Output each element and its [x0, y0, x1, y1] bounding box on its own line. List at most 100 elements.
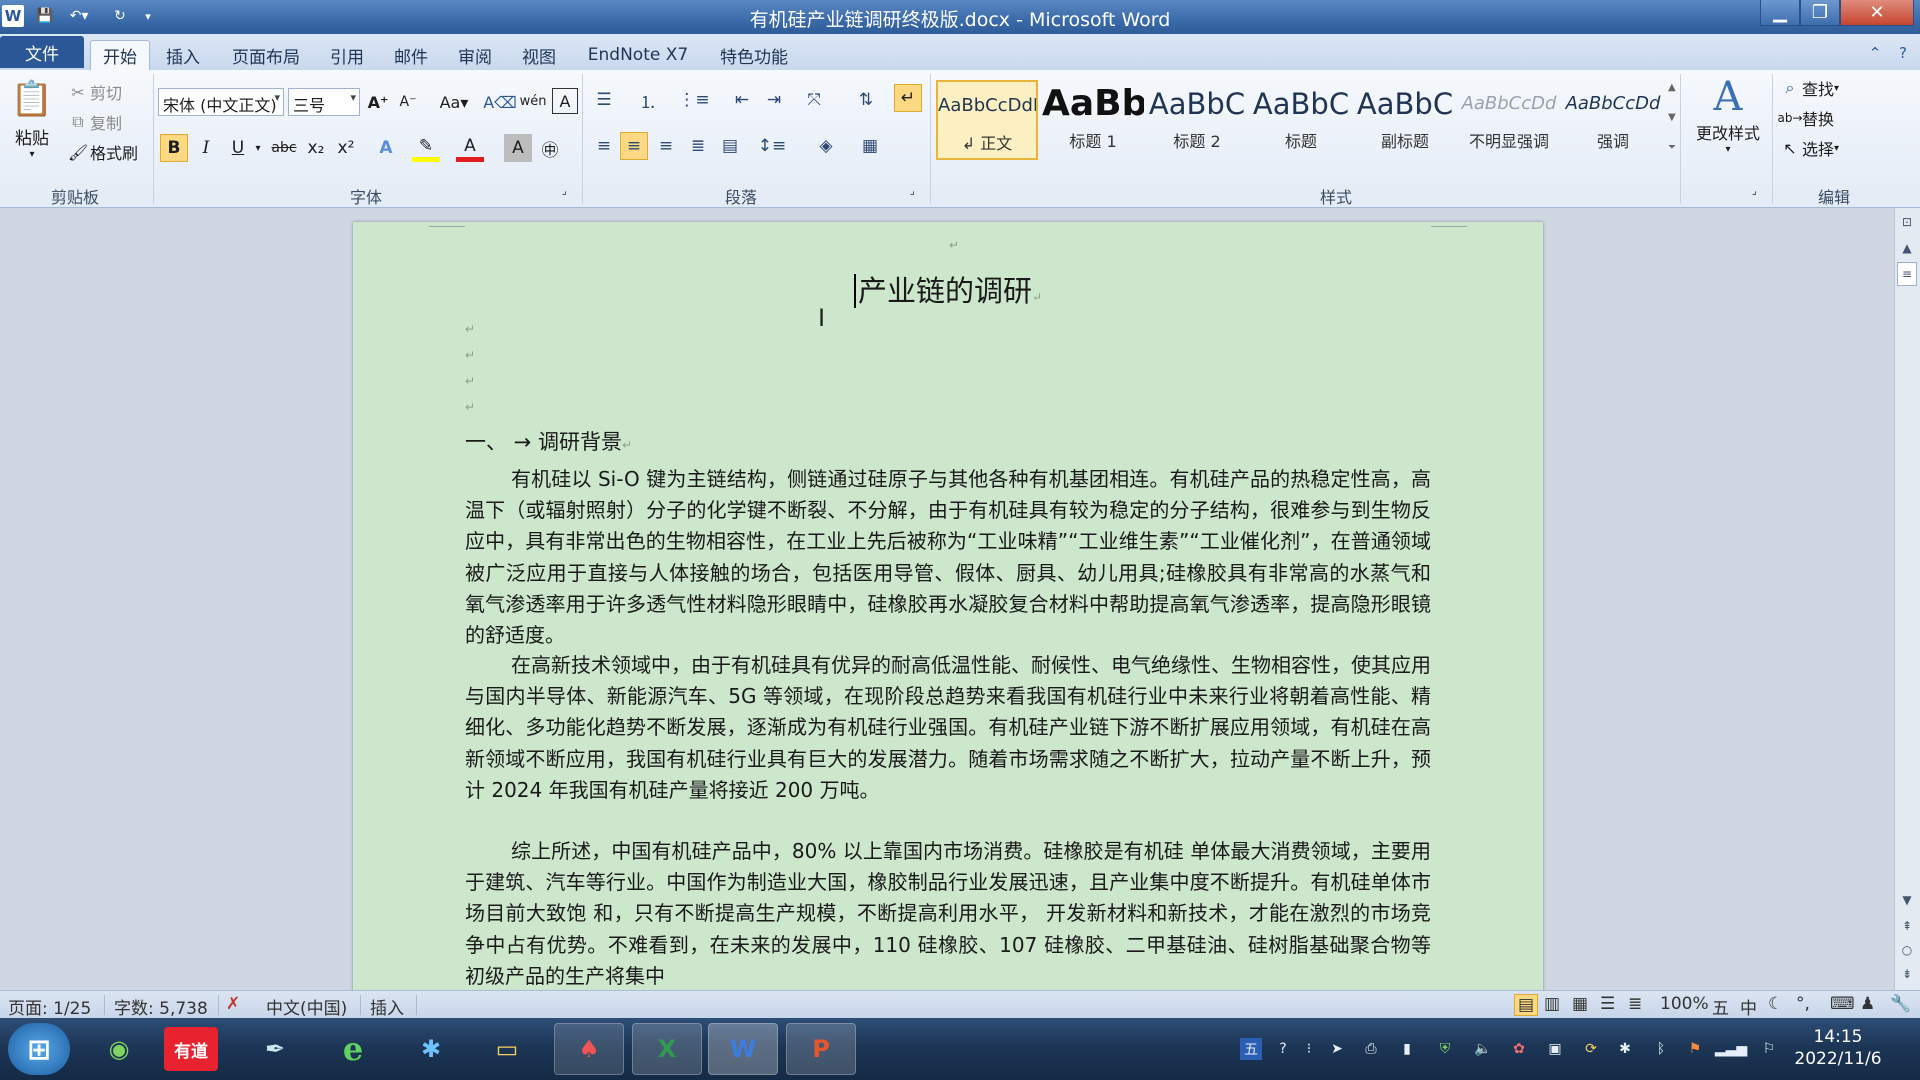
- multilevel-list-icon[interactable]: ⋮≡: [678, 86, 709, 114]
- chevron-down-icon[interactable]: ▾: [250, 134, 266, 162]
- document-page[interactable]: ↵ 产业链的调研↵ ↵ ↵ ↵ ↵ 一、 → 调研背景↵ 有机硅以 Si-O 键…: [353, 222, 1543, 990]
- underline-button[interactable]: U: [224, 134, 252, 162]
- document-title[interactable]: 产业链的调研↵: [353, 268, 1543, 310]
- help-icon[interactable]: ?: [1892, 42, 1914, 64]
- minimize-ribbon-icon[interactable]: ⌃: [1864, 42, 1886, 64]
- phonetic-guide-icon[interactable]: wén: [520, 88, 547, 114]
- decrease-indent-icon[interactable]: ⇤: [728, 86, 756, 114]
- shading-icon[interactable]: ◈: [812, 132, 840, 160]
- superscript-icon[interactable]: x²: [332, 134, 360, 162]
- sync-tray-icon[interactable]: ⟳: [1580, 1038, 1602, 1060]
- sort-icon[interactable]: ⇅: [852, 86, 880, 114]
- borders-icon[interactable]: ▦: [856, 132, 884, 160]
- bluetooth-icon[interactable]: ᛒ: [1650, 1038, 1672, 1060]
- powerpoint-icon[interactable]: P: [786, 1023, 856, 1075]
- tab-special-features[interactable]: 特色功能: [712, 40, 796, 70]
- ime-moon-icon[interactable]: ☾: [1768, 994, 1783, 1014]
- gallery-scroll-up-icon[interactable]: ▲: [1668, 82, 1676, 93]
- cut-button[interactable]: ✂ 剪切: [66, 80, 122, 104]
- italic-button[interactable]: I: [192, 134, 220, 162]
- clear-formatting-icon[interactable]: A⌫: [483, 90, 517, 114]
- feather-app-icon[interactable]: ✒: [240, 1023, 310, 1075]
- bullets-icon[interactable]: ☰: [590, 86, 618, 114]
- excel-icon[interactable]: X: [632, 1023, 702, 1075]
- proofing-icon[interactable]: ✗: [226, 994, 240, 1014]
- restore-button[interactable]: ❐: [1800, 0, 1840, 26]
- tab-view[interactable]: 视图: [514, 40, 564, 70]
- style-heading-1[interactable]: AaBb 标题 1: [1042, 80, 1144, 160]
- font-color-icon[interactable]: A: [456, 134, 484, 162]
- scroll-down-icon[interactable]: ▼: [1897, 890, 1917, 910]
- bold-button[interactable]: B: [160, 134, 188, 162]
- security-tray-icon[interactable]: ✿: [1508, 1038, 1530, 1060]
- star-tray-icon[interactable]: ✱: [1614, 1038, 1636, 1060]
- help-tray-icon[interactable]: ?: [1272, 1038, 1294, 1060]
- style-normal[interactable]: AaBbCcDdI ↲ 正文: [936, 80, 1038, 160]
- scroll-thumb[interactable]: ≡: [1897, 262, 1917, 286]
- copy-button[interactable]: ⧉ 复制: [66, 110, 122, 134]
- minimize-button[interactable]: ▁: [1760, 0, 1800, 26]
- format-painter-button[interactable]: 🖌 格式刷: [66, 140, 138, 164]
- close-button[interactable]: ✕: [1840, 0, 1914, 26]
- zoom-level[interactable]: 100%: [1660, 994, 1709, 1014]
- insert-mode-indicator[interactable]: 插入: [370, 994, 404, 1019]
- body-paragraph[interactable]: 综上所述，中国有机硅产品中，80% 以上靠国内市场消费。硅橡胶是有机硅 单体最大…: [465, 836, 1431, 990]
- character-shading-icon[interactable]: A: [504, 134, 532, 162]
- gallery-more-icon[interactable]: ⏷: [1668, 142, 1676, 153]
- align-left-icon[interactable]: ≡: [590, 132, 618, 160]
- font-name-combo[interactable]: 宋体 (中文正文) ▾: [158, 88, 284, 116]
- signal-icon[interactable]: ▂▃▅: [1715, 1038, 1747, 1060]
- ime-keyboard-icon[interactable]: ⌨: [1830, 994, 1855, 1014]
- tab-references[interactable]: 引用: [322, 40, 372, 70]
- start-button[interactable]: ⊞: [8, 1023, 70, 1075]
- show-formatting-marks-icon[interactable]: ↵: [894, 84, 922, 112]
- style-subtle-emphasis[interactable]: AaBbCcDd 不明显强调: [1458, 80, 1560, 160]
- printer-tray-icon[interactable]: ⎙: [1360, 1038, 1382, 1060]
- gallery-scroll-down-icon[interactable]: ▼: [1668, 112, 1676, 123]
- shrink-font-icon[interactable]: A⁻: [396, 90, 420, 114]
- word-count[interactable]: 字数: 5,738: [114, 994, 208, 1019]
- ruler-toggle-icon[interactable]: ⊡: [1897, 212, 1917, 232]
- select-browse-object-icon[interactable]: ○: [1897, 940, 1917, 960]
- text-effects-icon[interactable]: A: [372, 134, 400, 162]
- distributed-icon[interactable]: ▤: [716, 132, 744, 160]
- section-heading[interactable]: 一、 → 调研背景↵: [465, 426, 632, 456]
- draft-view-icon[interactable]: ≣: [1628, 994, 1642, 1014]
- document-area[interactable]: ↵ 产业链的调研↵ ↵ ↵ ↵ ↵ 一、 → 调研背景↵ 有机硅以 Si-O 键…: [0, 208, 1894, 990]
- ime-tray-icon[interactable]: 五: [1240, 1038, 1262, 1060]
- align-center-icon[interactable]: ≡: [620, 132, 648, 160]
- ime-chinese-icon[interactable]: 中: [1740, 994, 1757, 1019]
- justify-icon[interactable]: ≣: [684, 132, 712, 160]
- select-button[interactable]: ↖ 选择 ▾: [1778, 136, 1839, 160]
- monitor-tray-icon[interactable]: ▣: [1544, 1038, 1566, 1060]
- device-tray-icon[interactable]: ▮: [1396, 1038, 1418, 1060]
- find-button[interactable]: ⌕ 查找 ▾: [1778, 76, 1840, 100]
- cursor-tray-icon[interactable]: ➤: [1326, 1038, 1348, 1060]
- strikethrough-button[interactable]: abc: [268, 134, 300, 162]
- ime-settings-icon[interactable]: 🔧: [1890, 994, 1911, 1014]
- paste-button[interactable]: 📋 粘贴 ▾: [10, 76, 54, 172]
- full-screen-reading-icon[interactable]: ▥: [1544, 994, 1560, 1014]
- tab-review[interactable]: 审阅: [450, 40, 500, 70]
- tab-home[interactable]: 开始: [90, 40, 150, 70]
- next-page-icon[interactable]: ⇟: [1897, 964, 1917, 984]
- tab-file[interactable]: 文件: [0, 36, 84, 68]
- clock[interactable]: 14:15 2022/11/6: [1778, 1026, 1898, 1070]
- chinese-layout-icon[interactable]: ⤧: [800, 86, 828, 114]
- word-icon[interactable]: W: [708, 1023, 778, 1075]
- style-title[interactable]: AaBbC 标题: [1250, 80, 1352, 160]
- outline-view-icon[interactable]: ☰: [1600, 994, 1615, 1014]
- previous-page-icon[interactable]: ⇞: [1897, 916, 1917, 936]
- card-game-icon[interactable]: ♠: [554, 1023, 624, 1075]
- body-paragraph[interactable]: 在高新技术领域中，由于有机硅具有优异的耐高低温性能、耐候性、电气绝缘性、生物相容…: [465, 650, 1431, 806]
- page-count[interactable]: 页面: 1/25: [8, 994, 91, 1019]
- volume-icon[interactable]: 🔈: [1472, 1038, 1494, 1060]
- styles-dialog-launcher-icon[interactable]: ⌟: [1752, 186, 1757, 197]
- align-right-icon[interactable]: ≡: [652, 132, 680, 160]
- network-activity-icon[interactable]: ⁝: [1298, 1038, 1320, 1060]
- change-styles-button[interactable]: A 更改样式 ▾: [1690, 74, 1766, 174]
- highlight-icon[interactable]: ✎: [412, 134, 440, 162]
- shield-icon[interactable]: ⛨: [1434, 1038, 1456, 1060]
- font-size-combo[interactable]: 三号 ▾: [288, 88, 360, 116]
- tab-page-layout[interactable]: 页面布局: [220, 40, 312, 70]
